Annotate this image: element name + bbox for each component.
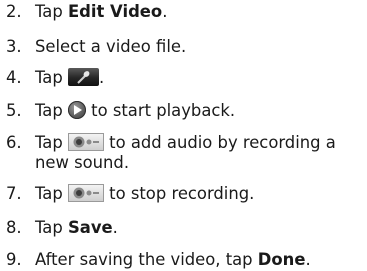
step-8: 8. Tap Save. — [6, 218, 364, 238]
step-text: to stop recording. — [103, 184, 255, 203]
step-emphasis: Edit Video — [67, 2, 163, 21]
step-text: Tap — [35, 2, 68, 21]
step-number: 4. — [6, 68, 22, 87]
step-text: After saving the video, tap — [35, 250, 258, 269]
play-icon — [67, 101, 86, 119]
step-text: to add audio by recording a — [103, 133, 336, 152]
step-text-continued: new sound. — [35, 153, 130, 172]
step-number: 6. — [6, 133, 22, 152]
microphone-icon — [67, 68, 99, 86]
step-emphasis: Done — [257, 250, 306, 269]
step-3: 3. Select a video file. — [6, 37, 364, 57]
step-text: . — [305, 250, 311, 269]
step-number: 8. — [6, 218, 22, 237]
step-7: 7. Tap to stop recording. — [6, 184, 364, 204]
step-6: 6. Tap to add audio by recording a new so… — [6, 133, 364, 173]
step-number: 9. — [6, 250, 22, 269]
step-text: Tap — [35, 184, 68, 203]
step-text: to start playback. — [85, 101, 236, 120]
step-number: 7. — [6, 184, 22, 203]
step-emphasis: Save — [67, 218, 113, 237]
step-number: 3. — [6, 37, 22, 56]
step-number: 5. — [6, 101, 22, 120]
step-5: 5. Tap to start playback. — [6, 101, 364, 121]
step-text: Tap — [35, 133, 68, 152]
step-9: 9. After saving the video, tap Done. — [6, 250, 364, 270]
step-number: 2. — [6, 2, 22, 21]
step-text: Select a video file. — [35, 37, 187, 56]
step-text: Tap — [35, 68, 68, 87]
step-text: Tap — [35, 101, 68, 120]
record-icon — [67, 184, 104, 202]
record-icon — [67, 133, 104, 151]
step-2: 2. Tap Edit Video. — [6, 2, 364, 22]
step-text: . — [98, 68, 105, 87]
step-text: Tap — [35, 218, 68, 237]
step-text: . — [112, 218, 118, 237]
step-text: . — [162, 2, 168, 21]
step-4: 4. Tap . — [6, 68, 364, 88]
